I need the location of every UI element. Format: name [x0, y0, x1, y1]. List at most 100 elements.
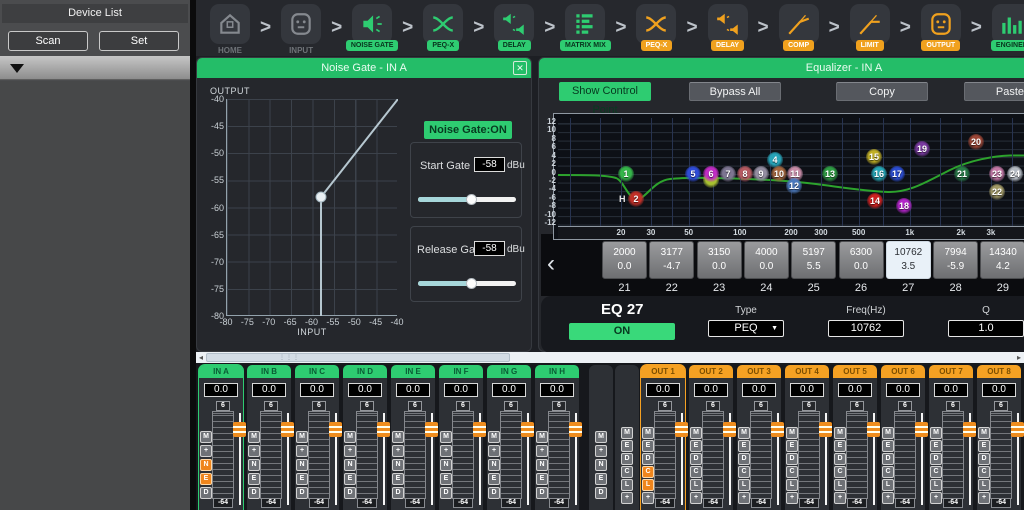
channel-button-M[interactable]: M	[296, 431, 308, 443]
start-gate-slider[interactable]	[418, 197, 516, 202]
home-icon-tile[interactable]	[210, 4, 250, 44]
eq-control-point-1[interactable]: 1	[618, 166, 634, 182]
eq-control-point-13[interactable]: 13	[822, 166, 838, 182]
channel-button-E[interactable]: E	[392, 473, 404, 485]
band-cell-23[interactable]: 31500.0	[697, 241, 742, 279]
eq-control-point-14[interactable]: 14	[867, 193, 883, 209]
eq-control-point-9[interactable]: 9	[753, 166, 769, 182]
channel-button-M[interactable]: M	[738, 427, 750, 439]
channel-button-E[interactable]: E	[978, 440, 990, 452]
channel-button-C[interactable]: C	[642, 466, 654, 478]
channel-button-D[interactable]: D	[882, 453, 894, 465]
channel-button-E[interactable]: E	[621, 440, 633, 452]
channel-button-E[interactable]: E	[882, 440, 894, 452]
fader-handle[interactable]	[723, 422, 736, 437]
channel-button-D[interactable]: D	[344, 487, 356, 499]
channel-button-N[interactable]: N	[488, 459, 500, 471]
band-cell-28[interactable]: 7994-5.9	[933, 241, 978, 279]
channel-button-N[interactable]: N	[392, 459, 404, 471]
channel-button-E[interactable]: E	[440, 473, 452, 485]
noise-gate-speaker-icon-tile[interactable]	[352, 4, 392, 44]
channel-header[interactable]: OUT 2	[689, 365, 733, 378]
channel-button-+[interactable]: +	[978, 492, 990, 504]
scan-button[interactable]: Scan	[8, 31, 88, 51]
channel-button-L[interactable]: L	[882, 479, 894, 491]
channel-button-M[interactable]: M	[344, 431, 356, 443]
scrollbar-thumb[interactable]: ⋮⋮⋮	[206, 353, 510, 362]
copy-button[interactable]: Copy	[836, 82, 928, 101]
channel-button-D[interactable]: D	[738, 453, 750, 465]
paste-button[interactable]: Paste	[964, 82, 1024, 101]
channel-button-D[interactable]: D	[296, 487, 308, 499]
channel-button-M[interactable]: M	[930, 427, 942, 439]
toolbar-item-limit[interactable]: LIMIT	[842, 4, 898, 55]
channel-button-E[interactable]: E	[930, 440, 942, 452]
channel-gain-value[interactable]: 0.0	[204, 383, 238, 397]
channel-header[interactable]: IN G	[487, 365, 531, 378]
eq-control-point-23[interactable]: 23	[989, 166, 1005, 182]
eq-band-on-button[interactable]: ON	[569, 323, 675, 340]
channel-gain-value[interactable]: 0.0	[540, 383, 574, 397]
toolbar-item-noise-gate[interactable]: NOISE GATE	[344, 4, 400, 55]
fader-handle[interactable]	[569, 422, 582, 437]
channel-button-+[interactable]: +	[248, 445, 260, 457]
channel-button-D[interactable]: D	[786, 453, 798, 465]
channel-gain-value[interactable]: 0.0	[886, 383, 920, 397]
channel-button-C[interactable]: C	[690, 466, 702, 478]
channel-button-+[interactable]: +	[834, 492, 846, 504]
channel-button-C[interactable]: C	[786, 466, 798, 478]
channel-button-+[interactable]: +	[930, 492, 942, 504]
channel-button-+[interactable]: +	[595, 445, 607, 457]
channel-button-E[interactable]: E	[536, 473, 548, 485]
channel-button-M[interactable]: M	[248, 431, 260, 443]
close-icon[interactable]: ✕	[513, 61, 527, 75]
fader-handle[interactable]	[425, 422, 438, 437]
toolbar-item-home[interactable]: HOME	[202, 4, 258, 55]
channel-button-+[interactable]: +	[738, 492, 750, 504]
channel-button-D[interactable]: D	[642, 453, 654, 465]
fader-handle[interactable]	[1011, 422, 1024, 437]
channel-button-+[interactable]: +	[440, 445, 452, 457]
channel-button-N[interactable]: N	[248, 459, 260, 471]
release-gate-slider-knob[interactable]	[466, 278, 477, 289]
horizontal-scrollbar[interactable]: ◂ ⋮⋮⋮ ▸	[196, 352, 1024, 363]
eq-control-point-6[interactable]: 6	[703, 166, 719, 182]
channel-gain-value[interactable]: 0.0	[444, 383, 478, 397]
channel-button-L[interactable]: L	[621, 479, 633, 491]
channel-button-C[interactable]: C	[978, 466, 990, 478]
channel-button-E[interactable]: E	[200, 473, 212, 485]
noise-gate-power-button[interactable]: Noise Gate:ON	[424, 121, 512, 139]
channel-button-M[interactable]: M	[440, 431, 452, 443]
channel-button-D[interactable]: D	[621, 453, 633, 465]
channel-button-C[interactable]: C	[834, 466, 846, 478]
channel-header[interactable]: OUT 3	[737, 365, 781, 378]
toolbar-item-matrix-mix[interactable]: MATRIX MIX	[557, 4, 613, 55]
channel-button-E[interactable]: E	[296, 473, 308, 485]
eq-control-point-10[interactable]: 10	[771, 166, 787, 182]
channel-button-M[interactable]: M	[200, 431, 212, 443]
band-cell-21[interactable]: 20000.0	[602, 241, 647, 279]
channel-button-D[interactable]: D	[392, 487, 404, 499]
channel-button-E[interactable]: E	[248, 473, 260, 485]
channel-button-M[interactable]: M	[690, 427, 702, 439]
channel-button-M[interactable]: M	[488, 431, 500, 443]
eq-control-point-17[interactable]: 17	[889, 166, 905, 182]
channel-button-D[interactable]: D	[595, 487, 607, 499]
channel-header[interactable]: IN H	[535, 365, 579, 378]
channel-button-C[interactable]: C	[621, 466, 633, 478]
channel-button-E[interactable]: E	[344, 473, 356, 485]
channel-button-+[interactable]: +	[344, 445, 356, 457]
eq-control-point-21[interactable]: 21	[954, 166, 970, 182]
channel-gain-value[interactable]: 0.0	[396, 383, 430, 397]
channel-button-+[interactable]: +	[296, 445, 308, 457]
channel-header[interactable]: OUT 1	[641, 365, 685, 378]
release-gate-slider[interactable]	[418, 281, 516, 286]
fader-handle[interactable]	[329, 422, 342, 437]
channel-gain-value[interactable]: 0.0	[694, 383, 728, 397]
channel-button-C[interactable]: C	[882, 466, 894, 478]
channel-header[interactable]: OUT 8	[977, 365, 1021, 378]
channel-button-L[interactable]: L	[786, 479, 798, 491]
channel-button-M[interactable]: M	[978, 427, 990, 439]
channel-button-+[interactable]: +	[621, 492, 633, 504]
channel-button-E[interactable]: E	[738, 440, 750, 452]
